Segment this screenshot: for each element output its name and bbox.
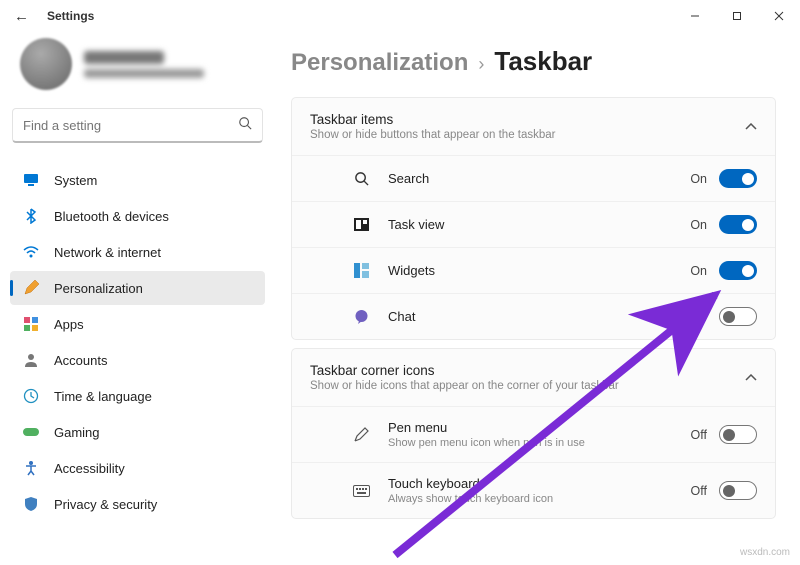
toggle-touch-keyboard[interactable] xyxy=(719,481,757,500)
nav-privacy[interactable]: Privacy & security xyxy=(10,487,265,521)
row-widgets: Widgets On xyxy=(292,247,775,293)
toggle-widgets[interactable] xyxy=(719,261,757,280)
taskbar-corner-header[interactable]: Taskbar corner icons Show or hide icons … xyxy=(292,349,775,406)
sidebar: System Bluetooth & devices Network & int… xyxy=(0,32,275,562)
accounts-icon xyxy=(22,351,40,369)
bluetooth-icon xyxy=(22,207,40,225)
chat-icon xyxy=(352,308,370,326)
nav-list: System Bluetooth & devices Network & int… xyxy=(10,163,265,521)
maximize-button[interactable] xyxy=(716,0,758,32)
toggle-chat[interactable] xyxy=(719,307,757,326)
toggle-pen[interactable] xyxy=(719,425,757,444)
minimize-button[interactable] xyxy=(674,0,716,32)
watermark: wsxdn.com xyxy=(740,547,790,558)
wifi-icon xyxy=(22,243,40,261)
nav-bluetooth[interactable]: Bluetooth & devices xyxy=(10,199,265,233)
pen-icon xyxy=(352,426,370,444)
keyboard-icon xyxy=(352,482,370,500)
apps-icon xyxy=(22,315,40,333)
chevron-up-icon xyxy=(745,118,757,136)
taskbar-items-card: Taskbar items Show or hide buttons that … xyxy=(291,97,776,340)
nav-accounts[interactable]: Accounts xyxy=(10,343,265,377)
taskbar-corner-card: Taskbar corner icons Show or hide icons … xyxy=(291,348,776,519)
user-block[interactable] xyxy=(10,32,265,108)
shield-icon xyxy=(22,495,40,513)
clock-icon xyxy=(22,387,40,405)
titlebar: ← Settings xyxy=(0,0,800,32)
row-search: Search On xyxy=(292,155,775,201)
close-button[interactable] xyxy=(758,0,800,32)
nav-apps[interactable]: Apps xyxy=(10,307,265,341)
nav-system[interactable]: System xyxy=(10,163,265,197)
taskbar-items-header[interactable]: Taskbar items Show or hide buttons that … xyxy=(292,98,775,155)
row-pen: Pen menuShow pen menu icon when pen is i… xyxy=(292,406,775,462)
nav-accessibility[interactable]: Accessibility xyxy=(10,451,265,485)
search-box[interactable] xyxy=(12,108,263,143)
nav-time[interactable]: Time & language xyxy=(10,379,265,413)
toggle-search[interactable] xyxy=(719,169,757,188)
accessibility-icon xyxy=(22,459,40,477)
taskview-icon xyxy=(352,216,370,234)
search-icon xyxy=(238,116,252,135)
window-title: Settings xyxy=(47,9,94,23)
paint-icon xyxy=(22,279,40,297)
breadcrumb-current: Taskbar xyxy=(494,46,592,77)
back-button[interactable]: ← xyxy=(14,8,29,25)
search-icon xyxy=(352,170,370,188)
display-icon xyxy=(22,171,40,189)
widgets-icon xyxy=(352,262,370,280)
toggle-taskview[interactable] xyxy=(719,215,757,234)
chevron-up-icon xyxy=(745,369,757,387)
avatar xyxy=(20,38,72,90)
search-input[interactable] xyxy=(23,118,238,133)
nav-gaming[interactable]: Gaming xyxy=(10,415,265,449)
row-taskview: Task view On xyxy=(292,201,775,247)
gaming-icon xyxy=(22,423,40,441)
breadcrumb: Personalization › Taskbar xyxy=(291,46,776,77)
row-touch-keyboard: Touch keyboardAlways show touch keyboard… xyxy=(292,462,775,518)
chevron-right-icon: › xyxy=(478,54,484,75)
main-panel: Personalization › Taskbar Taskbar items … xyxy=(275,32,800,562)
breadcrumb-parent[interactable]: Personalization xyxy=(291,49,468,77)
nav-network[interactable]: Network & internet xyxy=(10,235,265,269)
nav-personalization[interactable]: Personalization xyxy=(10,271,265,305)
row-chat: Chat Off xyxy=(292,293,775,339)
